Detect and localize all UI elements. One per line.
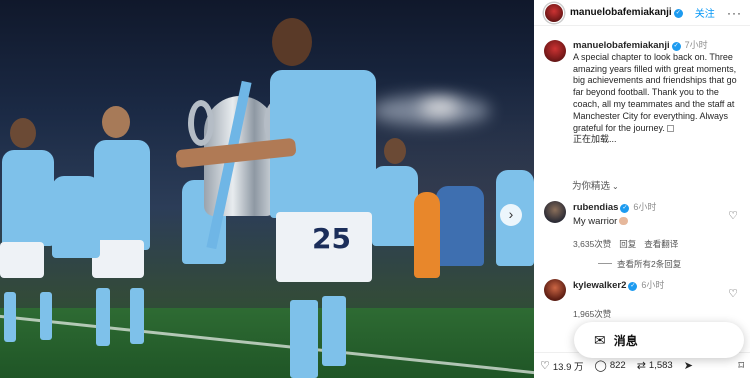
caption-text: A special chapter to look back on. Three… — [573, 51, 737, 133]
player-head — [272, 18, 312, 66]
post-header: manuelobafemiakanji ✓ 关注 ··· — [534, 0, 750, 26]
follow-button[interactable]: 关注 — [695, 5, 715, 20]
comment-username[interactable]: kylewalker2 ✓ — [573, 280, 638, 291]
player-head — [102, 106, 130, 138]
heart-icon[interactable]: ♡ — [728, 209, 738, 222]
player-figure — [2, 150, 54, 246]
repost-icon: ⇄ — [636, 360, 646, 372]
replies-line-icon — [598, 263, 612, 264]
view-replies-button[interactable]: 查看所有2条回复 — [598, 258, 681, 270]
message-icon: ✉ — [594, 331, 606, 348]
comment-likes[interactable]: 3,635次赞 — [573, 239, 611, 249]
jersey-number: 25 — [312, 222, 351, 255]
comment: kylewalker2 ✓ 6小时 1,965次赞 ♡ — [544, 279, 744, 320]
comment-likes[interactable]: 1,965次赞 — [573, 309, 611, 319]
author-username[interactable]: manuelobafemiakanji ✓ — [570, 7, 683, 18]
comment: rubendias ✓ 6小时 My warrior 3,635次赞 回复 查看翻译 ♡ — [544, 201, 744, 250]
player-figure — [94, 140, 150, 250]
message-label: 消息 — [613, 333, 638, 348]
message-button[interactable]: ✉ 消息 — [574, 322, 744, 358]
avatar[interactable] — [544, 2, 564, 23]
comment-username[interactable]: rubendias ✓ — [573, 202, 630, 213]
verified-icon: ✓ — [620, 204, 630, 213]
caption: manuelobafemiakanji ✓ 7小时 A special chapte… — [544, 40, 744, 146]
loading-text: 正在加载... — [573, 134, 617, 145]
player-figure — [372, 166, 418, 246]
trophy-handle — [188, 100, 214, 146]
player-sock — [40, 292, 52, 340]
avatar[interactable] — [544, 40, 566, 62]
more-options-icon[interactable]: ··· — [727, 6, 742, 20]
translate-button[interactable]: 查看翻译 — [644, 239, 678, 249]
comment-meta: 1,965次赞 — [573, 308, 733, 320]
player-figure — [436, 186, 484, 266]
caption-username[interactable]: manuelobafemiakanji ✓ — [573, 40, 681, 51]
comment-icon: ◯ — [594, 360, 607, 372]
repost-action[interactable]: ⇄ 1,583 — [637, 359, 673, 372]
comment-body: rubendias ✓ 6小时 My warrior 3,635次赞 回复 查看翻译 — [573, 201, 733, 250]
heart-icon[interactable]: ♡ — [728, 287, 738, 300]
player-figure — [414, 192, 440, 278]
player-figure — [52, 176, 100, 258]
avatar[interactable] — [544, 201, 566, 223]
like-count: 13.9 万 — [552, 361, 584, 373]
like-action[interactable]: ♡ 13.9 万 — [540, 359, 584, 373]
player-head — [10, 118, 36, 148]
comment-count: 822 — [609, 360, 626, 371]
player-sock — [130, 288, 144, 344]
comment-action[interactable]: ◯ 822 — [595, 359, 626, 372]
heart-icon: ♡ — [540, 360, 550, 372]
main-player-sock — [322, 296, 346, 366]
comment-text: My warrior — [573, 216, 733, 228]
heart-emoji-icon — [619, 217, 629, 225]
comment-time: 6小时 — [641, 280, 665, 290]
share-icon: ➤ — [683, 360, 693, 372]
chevron-down-icon: ⌄ — [612, 182, 619, 191]
verified-icon: ✓ — [671, 42, 681, 51]
flag-icon — [667, 124, 675, 132]
reply-button[interactable]: 回复 — [619, 239, 636, 249]
comment-sort-dropdown[interactable]: 为你精选 ⌄ — [572, 178, 619, 192]
chevron-right-icon[interactable]: › — [500, 204, 522, 226]
caption-time: 7小时 — [684, 40, 708, 50]
player-shorts — [0, 242, 44, 278]
bookmark-icon[interactable]: ⌑ — [738, 359, 744, 372]
player-head — [384, 138, 406, 164]
player-sock — [96, 288, 110, 346]
share-action[interactable]: ➤ — [684, 359, 696, 372]
player-sock — [4, 292, 16, 342]
repost-count: 1,583 — [648, 360, 673, 371]
verified-icon: ✓ — [673, 9, 683, 18]
main-player-sock — [290, 300, 318, 378]
comment-time: 6小时 — [633, 202, 657, 212]
comment-meta: 3,635次赞 回复 查看翻译 — [573, 238, 733, 250]
verified-icon: ✓ — [628, 282, 638, 291]
caption-body: manuelobafemiakanji ✓ 7小时 A special chapte… — [573, 40, 744, 146]
avatar[interactable] — [544, 279, 566, 301]
post-photo[interactable]: 25 › — [0, 0, 534, 378]
comment-body: kylewalker2 ✓ 6小时 1,965次赞 — [573, 279, 733, 320]
